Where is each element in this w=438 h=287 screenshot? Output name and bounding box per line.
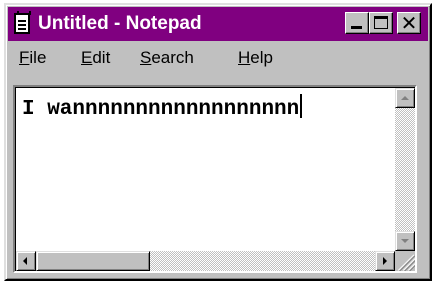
minimize-icon: [351, 26, 362, 29]
horizontal-scrollbar[interactable]: [16, 251, 395, 271]
menu-search[interactable]: Search: [140, 48, 194, 68]
menu-help[interactable]: Help: [238, 48, 273, 68]
menu-file[interactable]: File: [19, 48, 46, 68]
vertical-scrollbar[interactable]: [395, 88, 415, 251]
text-caret: [300, 94, 303, 118]
scroll-down-button[interactable]: [395, 231, 415, 251]
close-icon: ✕: [400, 11, 418, 35]
horizontal-scroll-thumb[interactable]: [36, 251, 150, 271]
arrow-left-icon: [23, 257, 27, 265]
title-bar[interactable]: Untitled - Notepad ✕: [8, 7, 428, 41]
maximize-icon: [374, 16, 388, 29]
close-button[interactable]: ✕: [397, 11, 421, 35]
window-title: Untitled - Notepad: [38, 13, 202, 34]
menu-edit[interactable]: Edit: [81, 48, 110, 68]
arrow-down-icon: [401, 239, 409, 243]
resize-grip-icon[interactable]: [395, 251, 415, 271]
menu-bar: File Edit Search Help: [8, 42, 428, 72]
editor-area[interactable]: I wannnnnnnnnnnnnnnnnn: [15, 87, 415, 271]
scroll-right-button[interactable]: [375, 251, 395, 271]
minimize-button[interactable]: [345, 12, 369, 34]
notepad-icon[interactable]: [14, 11, 31, 34]
maximize-button[interactable]: [369, 12, 393, 34]
arrow-right-icon: [383, 257, 387, 265]
editor-text: I wannnnnnnnnnnnnnnnnn: [22, 98, 300, 121]
text-editor[interactable]: I wannnnnnnnnnnnnnnnnn: [13, 85, 417, 273]
scroll-up-button[interactable]: [395, 88, 415, 108]
arrow-up-icon: [401, 96, 409, 100]
scroll-left-button[interactable]: [16, 251, 36, 271]
